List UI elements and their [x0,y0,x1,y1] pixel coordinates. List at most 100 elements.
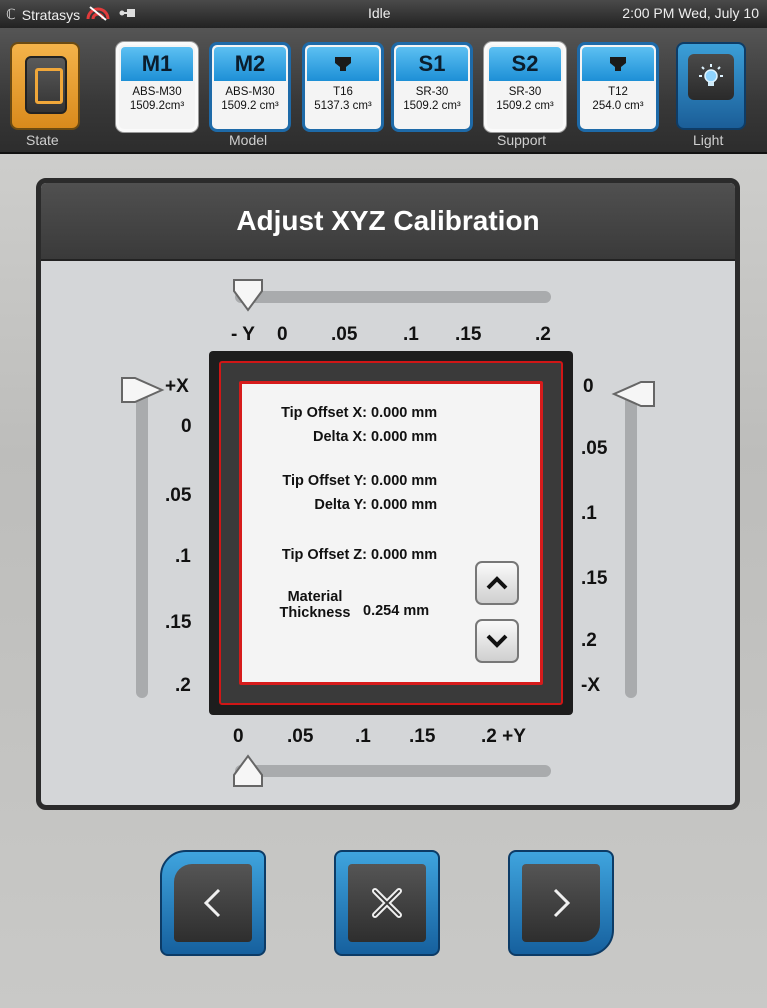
printer-state-icon [25,56,67,114]
bottom-scale-label: .15 [409,726,436,747]
status-left: ℂ Stratasys [6,5,136,24]
cancel-button[interactable] [334,850,440,956]
top-scale-label: 0 [277,324,288,345]
delta-y-label: Delta Y: [314,497,367,513]
tip-offset-y-row: Tip Offset Y: 0.000 mm [245,473,437,489]
brand-name: Stratasys [21,6,81,23]
left-scale-label: 0 [181,416,192,437]
model-tip-t16[interactable]: T16 5137.3 cm³ [302,42,384,132]
model-label: Model [229,132,268,148]
top-scale-label: .1 [403,324,419,345]
support-tip-t12[interactable]: T12 254.0 cm³ [577,42,659,132]
tip-type: T16 [333,86,353,98]
material-volume: 1509.2 cm³ [403,100,461,112]
left-scale-label: .15 [165,612,192,633]
x-slider-left-track[interactable] [136,388,148,698]
material-type: SR-30 [415,86,449,98]
bay-name: M1 [121,47,193,81]
light-button[interactable] [676,42,746,130]
chevron-down-icon [486,634,508,648]
connection-plug-icon [118,6,136,23]
support-bay-s1[interactable]: S1 SR-30 1509.2 cm³ [391,42,473,132]
material-type: ABS-M30 [132,86,182,98]
material-header: State M1 ABS-M30 1509.2cm³ M2 ABS-M30 15… [0,28,767,154]
material-type: SR-30 [508,86,542,98]
thickness-up-button[interactable] [475,561,519,605]
y-slider-bottom-handle[interactable] [231,753,265,789]
thickness-down-button[interactable] [475,619,519,663]
chevron-up-icon [486,576,508,590]
tip-offset-z-row: Tip Offset Z: 0.000 mm [245,547,437,563]
material-thickness-label: Material Thickness [269,589,361,621]
bay-name: M2 [214,47,286,81]
left-scale-label: +X [165,376,189,397]
right-scale-label: -X [581,675,600,696]
tip-offset-z-label: Tip Offset Z: [281,547,367,563]
status-bar: ℂ Stratasys Idle 2:00 PM Wed, July 10 [0,0,767,28]
material-volume: 1509.2 cm³ [496,100,554,112]
right-scale-label: .15 [581,568,608,589]
bottom-scale-label: 0 [233,726,244,747]
material-label-line1: Material [287,589,343,605]
y-slider-bottom-track[interactable] [235,765,551,777]
tip-volume: 5137.3 cm³ [314,100,372,112]
right-scale-label: 0 [583,376,594,397]
next-arrow-icon [522,864,600,942]
tip-offset-x-label: Tip Offset X: [281,405,367,421]
back-arrow-icon [174,864,252,942]
light-bulb-icon [688,54,734,100]
material-type: ABS-M30 [225,86,275,98]
top-scale-label: - Y [231,324,255,345]
back-button[interactable] [160,850,266,956]
left-scale-label: .2 [175,675,191,696]
bottom-scale-label: .1 [355,726,371,747]
light-label: Light [693,132,724,148]
left-scale-label: .1 [175,546,191,567]
tip-offset-y-label: Tip Offset Y: [282,473,367,489]
right-scale-label: .2 [581,630,597,651]
left-scale-label: .05 [165,485,192,506]
top-scale-label: .05 [331,324,358,345]
calibration-panel: Adjust XYZ Calibration - Y 0 .05 .1 .15 … [36,178,740,810]
tip-icon [582,47,654,81]
x-slider-right-handle[interactable] [611,379,657,409]
printer-state-text: Idle [368,5,391,21]
y-slider-top-track[interactable] [235,291,551,303]
state-button[interactable] [10,42,80,130]
next-button[interactable] [508,850,614,956]
delta-x-row: Delta X: 0.000 mm [245,429,437,445]
network-warning-icon [86,5,112,24]
delta-x-value: 0.000 mm [371,429,438,445]
material-volume: 1509.2cm³ [129,100,185,112]
tip-offset-x-row: Tip Offset X: 0.000 mm [245,405,437,421]
material-label-line2: Thickness [279,605,351,621]
delta-y-value: 0.000 mm [371,497,438,513]
model-bay-m1[interactable]: M1 ABS-M30 1509.2cm³ [116,42,198,132]
bay-name: S2 [489,47,561,81]
panel-title: Adjust XYZ Calibration [41,183,735,261]
right-scale-label: .05 [581,438,608,459]
bay-name: S1 [396,47,468,81]
support-label: Support [497,132,547,148]
state-label: State [26,132,59,148]
x-slider-left-handle[interactable] [119,375,165,405]
material-volume: 1509.2 cm³ [221,100,279,112]
tip-volume: 254.0 cm³ [592,100,644,112]
close-icon [348,864,426,942]
top-scale-label: .2 [535,324,551,345]
support-bay-s2[interactable]: S2 SR-30 1509.2 cm³ [484,42,566,132]
stratasys-logo-icon: ℂ [6,6,16,22]
model-bay-m2[interactable]: M2 ABS-M30 1509.2 cm³ [209,42,291,132]
x-slider-right-track[interactable] [625,388,637,698]
tip-offset-x-value: 0.000 mm [371,405,438,421]
right-scale-label: .1 [581,503,597,524]
bottom-scale-label: .05 [287,726,314,747]
delta-x-label: Delta X: [313,429,367,445]
bottom-scale-label: .2 +Y [481,726,526,747]
material-thickness-value: 0.254 mm [363,603,430,619]
tip-icon [307,47,379,81]
tip-type: T12 [608,86,628,98]
top-scale-label: .15 [455,324,482,345]
y-slider-top-handle[interactable] [231,277,265,313]
date-time: 2:00 PM Wed, July 10 [622,5,759,21]
